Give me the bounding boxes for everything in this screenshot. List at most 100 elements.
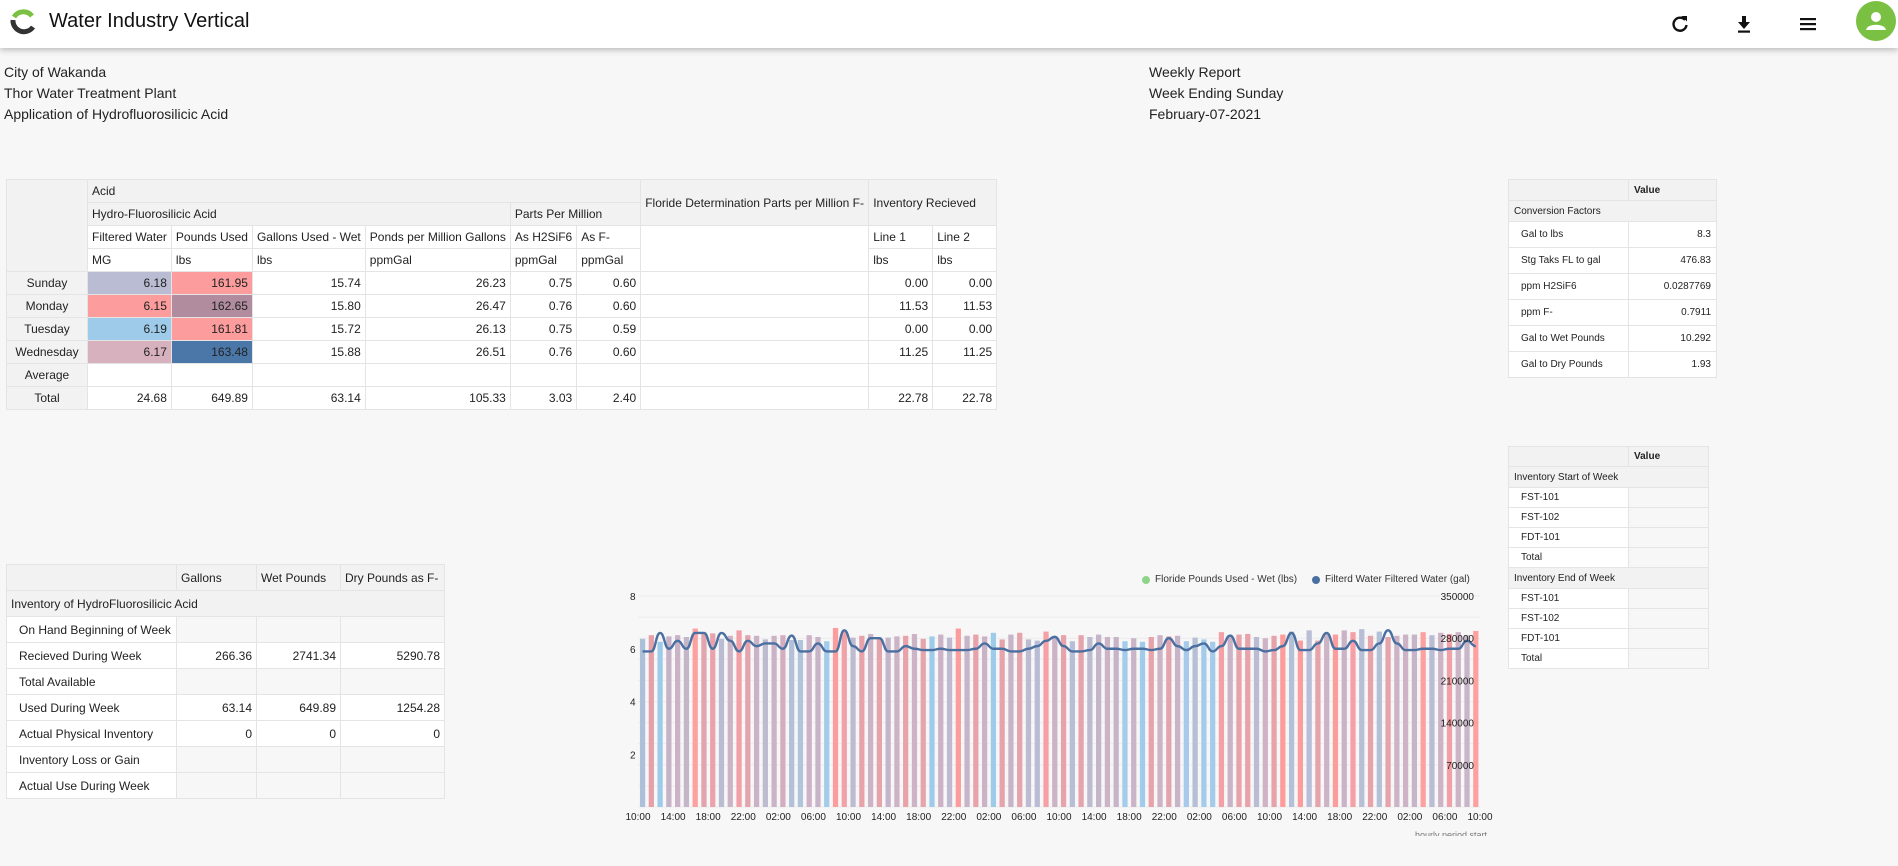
table-row: FST-102 — [1508, 507, 1709, 528]
bar-filtered-water — [727, 635, 733, 807]
tank-value[interactable] — [1628, 628, 1709, 649]
table-cell: 0.76 — [509, 340, 578, 364]
x-tick-label: 10:00 — [1046, 812, 1071, 823]
tank-value[interactable] — [1628, 547, 1709, 568]
unit-cell: ppmGal — [364, 248, 511, 272]
x-tick-label: 22:00 — [941, 812, 966, 823]
table-cell — [340, 668, 445, 695]
bar-filtered-water — [1166, 636, 1172, 807]
bar-filtered-water — [1087, 636, 1093, 807]
table-row: Used During Week 63.14 649.89 1254.28 — [6, 694, 445, 721]
tank-value[interactable] — [1628, 487, 1709, 508]
table-cell: 22.78 — [868, 386, 934, 410]
unit-cell: lbs — [868, 248, 934, 272]
x-tick-label: 14:00 — [661, 812, 686, 823]
table-cell — [868, 363, 934, 387]
table-row: Average — [6, 363, 998, 387]
bar-filtered-water — [789, 640, 795, 807]
value-header: Value — [1628, 446, 1709, 467]
row-label: Actual Use During Week — [6, 772, 177, 799]
table-cell: 0.60 — [576, 340, 642, 364]
download-icon[interactable] — [1730, 10, 1758, 38]
table-cell: 11.25 — [932, 340, 998, 364]
daily-acid-table: Acid Floride Determination Parts per Mil… — [6, 179, 998, 410]
table-cell: 162.65 — [170, 294, 253, 318]
table-cell — [640, 317, 870, 341]
report-header-right: Weekly Report Week Ending Sunday Februar… — [1149, 62, 1283, 125]
table-cell — [640, 294, 870, 318]
x-tick-label: 10:00 — [836, 812, 861, 823]
user-avatar[interactable] — [1856, 1, 1896, 41]
col-header: Filtered Water — [87, 225, 172, 249]
bar-filtered-water — [1341, 630, 1347, 807]
table-cell: 6.18 — [87, 271, 172, 295]
bar-filtered-water — [639, 638, 646, 807]
bar-filtered-water — [1420, 632, 1426, 807]
bar-filtered-water — [657, 641, 663, 807]
table-row: Gal to Wet Pounds 10.292 — [1508, 325, 1717, 352]
tank-value[interactable] — [1628, 507, 1709, 528]
bar-filtered-water — [903, 635, 909, 807]
bar-filtered-water — [973, 634, 979, 807]
bar-filtered-water — [1052, 636, 1058, 807]
section-header: Conversion Factors — [1508, 200, 1717, 222]
tank-inventory-table: Value Inventory Start of Week FST-101 FST-… — [1508, 446, 1709, 669]
floride-blank-cell — [640, 225, 870, 272]
table-cell — [932, 363, 998, 387]
menu-icon[interactable] — [1794, 10, 1822, 38]
factor-value: 476.83 — [1628, 247, 1717, 274]
bar-filtered-water — [1139, 641, 1146, 807]
table-cell: 0 — [256, 720, 341, 747]
bar-filtered-water — [771, 635, 777, 807]
section-header: Inventory End of Week — [1508, 567, 1709, 589]
table-cell: 26.13 — [364, 317, 511, 341]
table-cell: 63.14 — [176, 694, 257, 721]
app-header: Water Industry Vertical — [0, 0, 1898, 48]
tank-value[interactable] — [1628, 648, 1709, 669]
bar-filtered-water — [806, 635, 812, 807]
bar-filtered-water — [876, 637, 883, 807]
bar-filtered-water — [780, 635, 786, 807]
table-row: Wednesday 6.17 163.48 15.88 26.51 0.76 0.60 11.… — [6, 340, 998, 364]
corner-cell — [1508, 446, 1629, 467]
table-cell: 0 — [340, 720, 445, 747]
x-tick-label: 14:00 — [871, 812, 896, 823]
table-row: Monday 6.15 162.65 15.80 26.47 0.76 0.60 11.53 1… — [6, 294, 998, 318]
x-tick-label: 18:00 — [1327, 812, 1352, 823]
row-label: Recieved During Week — [6, 642, 177, 669]
row-label: Inventory Loss or Gain — [6, 746, 177, 773]
tank-value[interactable] — [1628, 527, 1709, 548]
bar-filtered-water — [832, 627, 839, 807]
x-tick-label: 06:00 — [801, 812, 826, 823]
table-cell: 266.36 — [176, 642, 257, 669]
tank-value[interactable] — [1628, 608, 1709, 629]
bar-filtered-water — [981, 636, 988, 807]
refresh-icon[interactable] — [1666, 10, 1694, 38]
x-tick-label: 02:00 — [976, 812, 1001, 823]
table-cell: 0.00 — [932, 317, 998, 341]
bar-filtered-water — [1367, 635, 1374, 807]
row-label: Wednesday — [6, 340, 88, 364]
x-tick-label: 22:00 — [731, 812, 756, 823]
table-cell: 11.53 — [932, 294, 998, 318]
col-header: As H2SiF6 — [509, 225, 578, 249]
col-header: Line 1 — [868, 225, 934, 249]
table-cell: 3.03 — [509, 386, 578, 410]
x-tick-label: 06:00 — [1222, 812, 1247, 823]
factor-label: Gal to lbs — [1508, 221, 1629, 248]
row-label: Monday — [6, 294, 88, 318]
bar-filtered-water — [815, 636, 821, 807]
x-tick-label: 14:00 — [1292, 812, 1317, 823]
table-row: Sunday 6.18 161.95 15.74 26.23 0.75 0.60 0.00 0.… — [6, 271, 998, 295]
factor-label: Gal to Dry Pounds — [1508, 351, 1629, 378]
table-cell — [640, 340, 870, 364]
user-icon — [1866, 12, 1886, 30]
bar-filtered-water — [1122, 641, 1128, 807]
x-tick-label: 06:00 — [1432, 812, 1457, 823]
tank-value[interactable] — [1628, 588, 1709, 609]
y-right-tick-label: 280000 — [1441, 634, 1475, 645]
table-cell: 6.17 — [87, 340, 172, 364]
table-cell — [256, 668, 341, 695]
bar-filtered-water — [1245, 633, 1251, 807]
bar-filtered-water — [1253, 636, 1260, 807]
